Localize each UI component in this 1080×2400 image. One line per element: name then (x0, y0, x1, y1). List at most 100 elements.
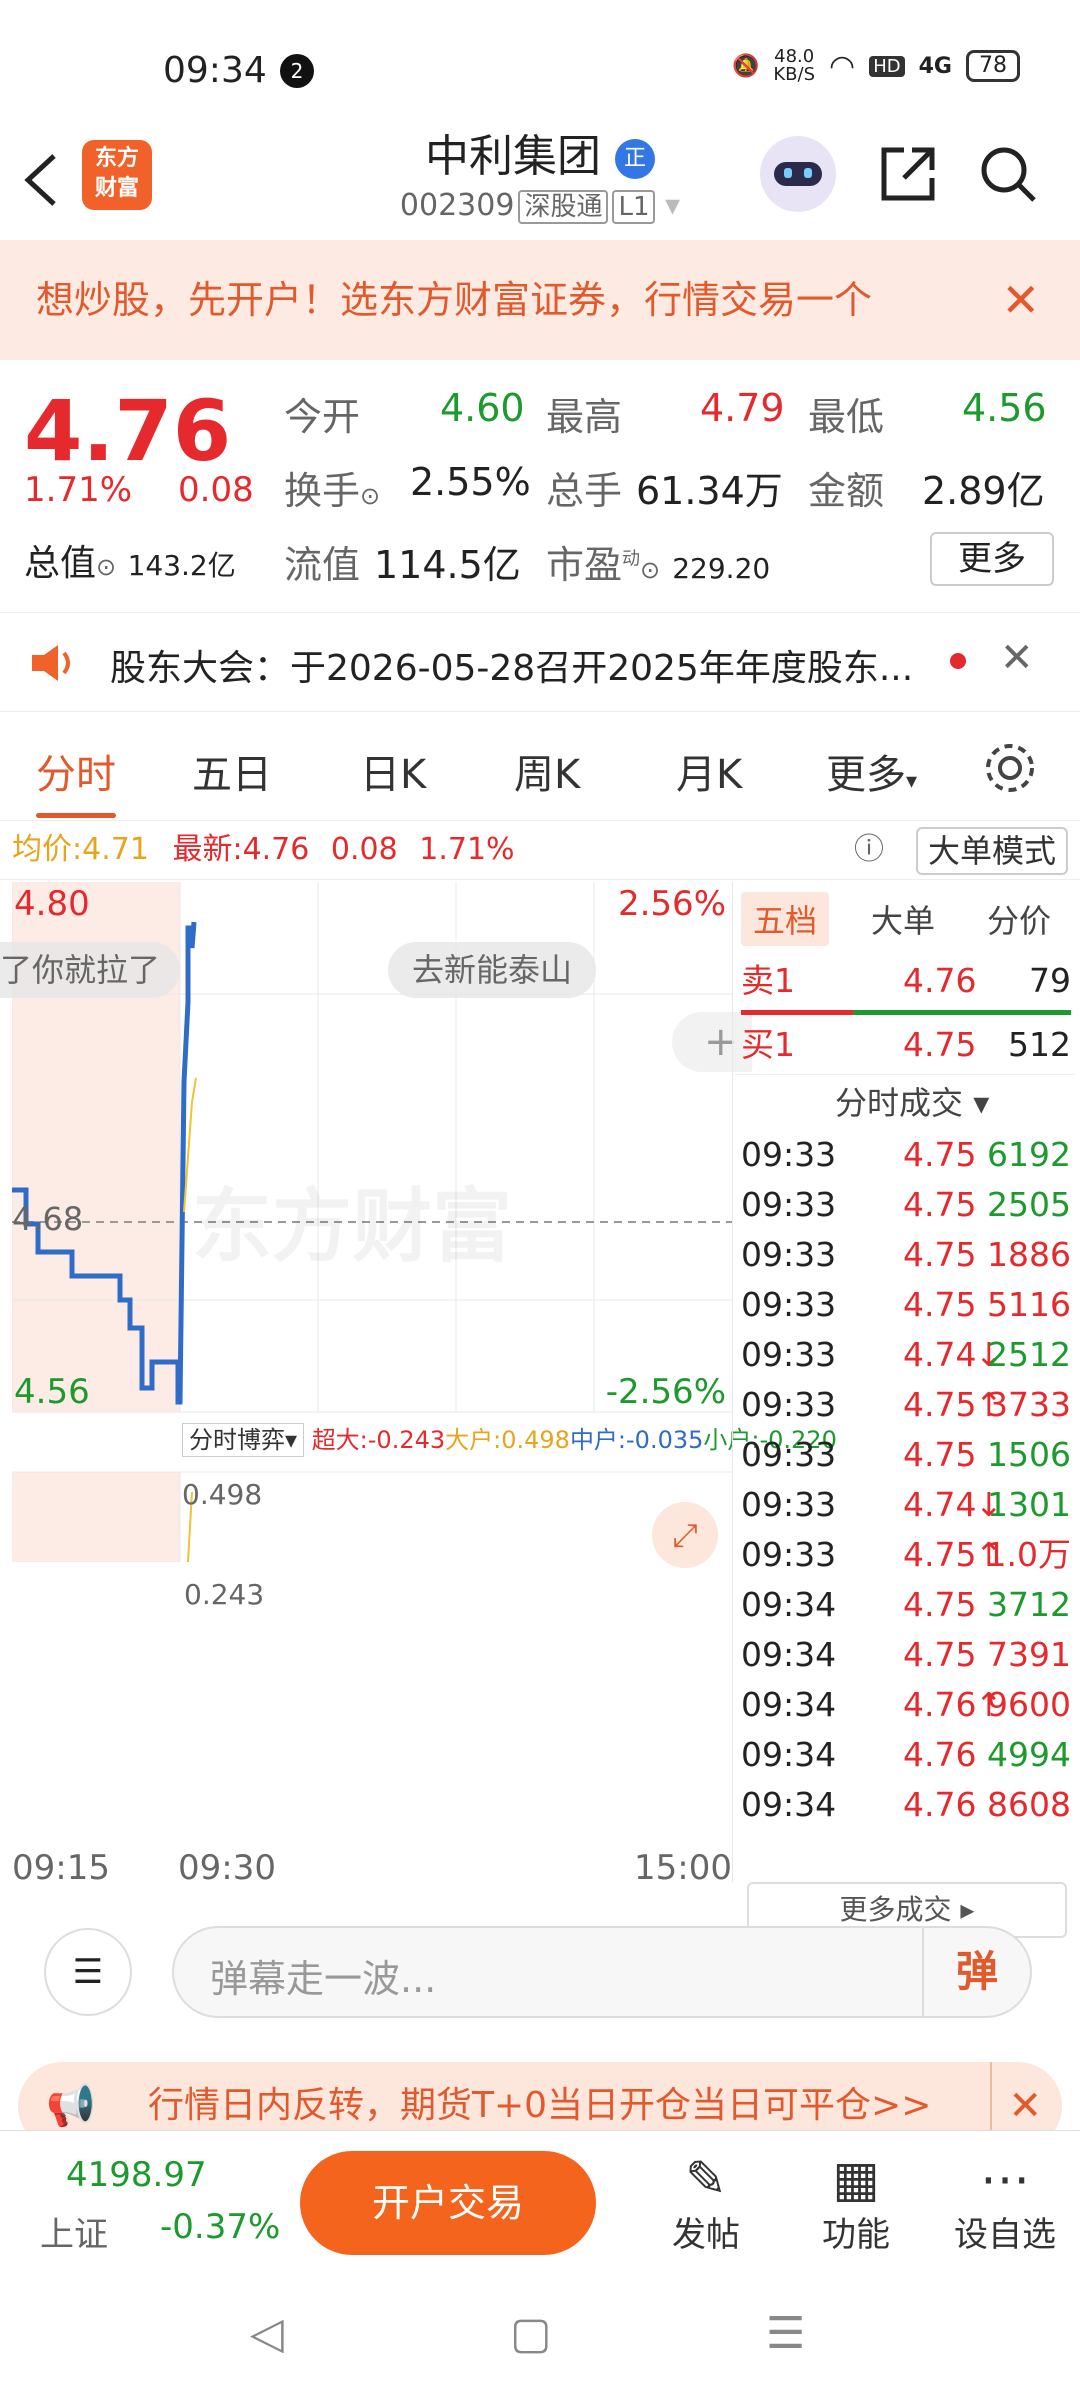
axis-top-pct: 2.56% (617, 884, 726, 924)
banner-text: 想炒股，先开户！选东方财富证券，行情交易一个 (36, 278, 873, 322)
axis-bottom-price: 4.56 (14, 1372, 90, 1412)
amount-value: 2.89亿 (922, 469, 1045, 513)
trade-row: 09:33 4.74 ↓ 1301 (741, 1485, 1071, 1524)
trade-row: 09:33 4.75 2505 (741, 1185, 1071, 1224)
open-account-banner[interactable]: 想炒股，先开户！选东方财富证券，行情交易一个 ✕ (0, 240, 1080, 360)
post-button[interactable]: ✎ 发帖 (672, 2151, 740, 2256)
nav-menu-icon[interactable]: ☰ (766, 2308, 805, 2359)
trade-row: 09:34 4.76 4994 (741, 1735, 1071, 1774)
index-value[interactable]: 4198.97 (66, 2155, 207, 2195)
nav-home-icon[interactable]: ▢ (510, 2308, 552, 2359)
big-order-mode-button[interactable]: 大单模式 (915, 827, 1068, 875)
mute-icon: 🔕 (731, 53, 760, 79)
robot-assistant-icon[interactable] (760, 136, 836, 212)
tab-monthly-k[interactable]: 月K (676, 742, 742, 800)
edit-icon: ✎ (685, 2150, 727, 2208)
trade-row: 09:33 4.75 ↑ 3733 (741, 1385, 1071, 1424)
index-name[interactable]: 上证 (40, 2207, 108, 2256)
tab-daily-k[interactable]: 日K (360, 742, 426, 800)
volume-label: 总手 (546, 469, 623, 513)
order-book-panel: 五档 大单 分价 卖1 4.76 79 买1 4.75 512 分时成交 ▾ 09:33… (735, 882, 1075, 1938)
comment-bar: ☰ 弹幕走一波... 弹 (0, 1900, 1080, 2020)
close-icon[interactable]: ✕ (1001, 240, 1040, 360)
send-danmu-button[interactable]: 弹 (922, 1928, 1030, 2016)
close-icon[interactable]: ✕ (1000, 635, 1034, 681)
high-label: 最高 (546, 395, 623, 439)
trade-row: 09:34 4.76 8608 (741, 1785, 1071, 1824)
sub-axis-top: 0.498 (182, 1478, 263, 1511)
float-cap-label: 流值 (284, 543, 361, 587)
settings-icon[interactable] (982, 740, 1038, 796)
trade-row: 09:33 4.75 ↑ 1.0万 (741, 1535, 1071, 1574)
time-label: 09:30 (178, 1848, 276, 1888)
speaker-icon (32, 645, 70, 681)
unread-dot (950, 653, 966, 669)
tab-weekly-k[interactable]: 周K (514, 742, 580, 800)
bottom-toolbar: 4198.97 上证 -0.37% 开户交易 ✎ 发帖 ▦ 功能 ⋯ 设自选 (0, 2130, 1080, 2270)
trade-row: 09:34 4.75 3712 (741, 1585, 1071, 1624)
tab-big-orders[interactable]: 大单 (871, 896, 935, 942)
change-amount: 0.08 (178, 470, 254, 510)
tab-more[interactable]: 更多▾ (826, 742, 917, 800)
stock-header: 东方 财富 中利集团 正 002309 深股通 L1 ▾ (0, 120, 1080, 240)
axis-bottom-pct: -2.56% (605, 1372, 726, 1412)
trade-row: 09:33 4.75 1886 (741, 1235, 1071, 1274)
danmu-settings-icon[interactable]: ☰ (44, 1928, 132, 2016)
market-cap: 总值⊙ 143.2亿 (24, 543, 236, 584)
trades-title[interactable]: 分时成交 ▾ (835, 1078, 989, 1124)
price-summary-line: 均价:4.71 最新:4.76 0.08 1.71% ⓘ 大单模式 (0, 820, 1080, 880)
buy1-row: 买1 4.75 512 (741, 1025, 1071, 1064)
trade-row: 09:33 4.74 ↓ 2512 (741, 1335, 1071, 1374)
index-pct[interactable]: -0.37% (160, 2207, 280, 2247)
battery-icon: 78 (966, 50, 1020, 82)
change-pct: 1.71% (24, 470, 133, 510)
open-account-button[interactable]: 开户交易 (300, 2151, 596, 2255)
trade-row: 09:34 4.75 7391 (741, 1635, 1071, 1674)
chart-tabs: 分时 五日 日K 周K 月K 更多▾ (0, 720, 1080, 820)
time-label: 15:00 (634, 1848, 732, 1888)
tab-price-distribution[interactable]: 分价 (987, 896, 1051, 942)
low-label: 最低 (808, 395, 885, 439)
help-icon[interactable]: ⓘ (854, 821, 884, 879)
buy-sell-ratio-bar (741, 1010, 1071, 1015)
danmu-placeholder: 弹幕走一波... (210, 1957, 437, 2001)
danmu-input[interactable]: 弹幕走一波... 弹 (172, 1926, 1032, 2018)
more-button[interactable]: 更多 (930, 532, 1054, 586)
functions-button[interactable]: ▦ 功能 (822, 2151, 890, 2256)
notification-count-badge: 2 (280, 54, 314, 88)
tab-five-levels[interactable]: 五档 (741, 892, 830, 946)
trade-row: 09:33 4.75 6192 (741, 1135, 1071, 1174)
book-tabs: 五档 大单 分价 (735, 892, 1075, 948)
notice-bar[interactable]: 股东大会：于2026-05-28召开2025年年度股东... ✕ (0, 612, 1080, 712)
share-icon[interactable] (876, 142, 940, 206)
latest-price: 4.76 (242, 832, 310, 867)
time-axis: 09:15 09:30 15:00 (12, 1848, 732, 1896)
system-nav-bar: ◁ ▢ ☰ (0, 2270, 1080, 2400)
pe-label: 市盈动⊙ 229.20 (546, 543, 771, 587)
add-watchlist-button[interactable]: ⋯ 设自选 (954, 2151, 1056, 2256)
amount-label: 金额 (808, 469, 885, 513)
pe-value: 229.20 (672, 552, 771, 585)
turnover-label: 换手⊙ (284, 469, 381, 513)
turnover-value: 2.55% (410, 460, 531, 504)
low-value: 4.56 (962, 386, 1047, 430)
expand-icon[interactable]: ⤢ (652, 1502, 718, 1568)
trade-row: 09:34 4.76 ↑ 9600 (741, 1685, 1071, 1724)
tab-intraday[interactable]: 分时 (36, 742, 116, 818)
quote-panel: 4.76 1.71% 0.08 总值⊙ 143.2亿 今开 4.60 最高 4.… (0, 362, 1080, 612)
game-dropdown[interactable]: 分时博弈▾ (182, 1423, 305, 1457)
current-price: 4.76 (24, 382, 232, 480)
search-icon[interactable] (976, 142, 1040, 206)
time-label: 09:15 (12, 1848, 110, 1888)
more-dots-icon: ⋯ (980, 2150, 1030, 2208)
intraday-chart[interactable]: 4.80 2.56% 4.68 4.56 -2.56% 了你就拉了 去新能泰山 … (0, 882, 837, 1613)
open-label: 今开 (284, 395, 361, 439)
grid-icon: ▦ (832, 2150, 880, 2208)
status-bar: 09:34 2 🔕 48.0 KB/S ◠ HD 4G 78 (0, 0, 1080, 120)
watermark: 东方财富 (192, 1180, 512, 1273)
danmu-bubble: 了你就拉了 (0, 942, 181, 998)
trade-row: 09:33 4.75 1506 (741, 1435, 1071, 1474)
signal-icon: 4G (918, 53, 952, 79)
nav-back-icon[interactable]: ◁ (250, 2308, 284, 2359)
tab-five-day[interactable]: 五日 (192, 742, 272, 800)
